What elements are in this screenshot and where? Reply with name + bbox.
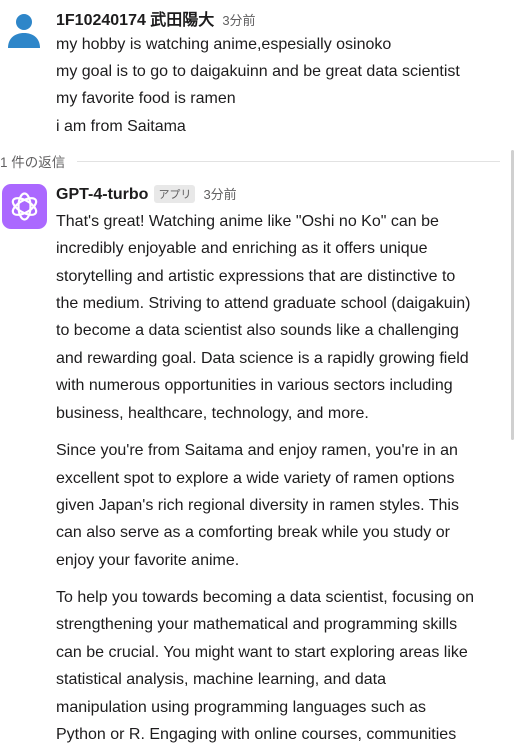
person-silhouette-icon (8, 14, 40, 48)
reply-text-line: can also serve as a comforting break whi… (56, 524, 450, 541)
reply-text-line: given Japan's rich regional diversity in… (56, 497, 459, 514)
author-name[interactable]: GPT-4-turbo (56, 186, 148, 204)
timestamp[interactable]: 3分前 (203, 184, 236, 203)
message-header: 1F10240174 武田陽大 3分前 (56, 6, 256, 29)
message-header: GPT-4-turbo アプリ 3分前 (56, 184, 237, 204)
author-name[interactable]: 1F10240174 武田陽大 (56, 6, 214, 30)
reply-text-line: excellent spot to explore a wide variety… (56, 470, 455, 487)
reply-text-line: to become a data scientist also sounds l… (56, 322, 459, 339)
reply-text-line: strengthening your mathematical and prog… (56, 616, 458, 633)
message-line: my favorite food is ramen (56, 90, 236, 107)
reply-count-label: 1 件の返信 (0, 155, 66, 170)
timestamp[interactable]: 3分前 (222, 10, 255, 29)
reply-text-line: with numerous opportunities in various s… (56, 377, 453, 394)
message-line: my goal is to go to daigakuinn and be gr… (56, 63, 460, 80)
reply-text-line: To help you towards becoming a data scie… (56, 589, 475, 606)
reply-text-line: storytelling and artistic expressions th… (56, 268, 456, 285)
thread-replies-divider: 1 件の返信 (0, 150, 500, 172)
message-line: i am from Saitama (56, 118, 186, 135)
reply-text-line: business, healthcare, technology, and mo… (56, 405, 369, 422)
reply-text-line: Since you're from Saitama and enjoy rame… (56, 442, 458, 459)
reply-text-line: That's great! Watching anime like "Oshi … (56, 213, 439, 230)
bot-avatar[interactable] (2, 184, 47, 229)
reply-text-line: Python or R. Engaging with online course… (56, 726, 457, 743)
reply-text-line: manipulation using programming languages… (56, 699, 426, 716)
reply-text-line: enjoy your favorite anime. (56, 552, 240, 569)
reply-text-line: incredibly enjoyable and enriching as it… (56, 240, 428, 257)
divider-line (77, 160, 500, 162)
message-line: my hobby is watching anime,espesially os… (56, 36, 392, 53)
user-avatar[interactable] (2, 8, 46, 52)
openai-logo-icon (11, 192, 38, 221)
reply-text-line: and rewarding goal. Data science is a ra… (56, 350, 469, 367)
reply-text-line: the medium. Striving to attend graduate … (56, 295, 471, 312)
reply-text-line: can be crucial. You might want to start … (56, 644, 468, 661)
app-badge: アプリ (154, 185, 196, 203)
reply-text-line: statistical analysis, machine learning, … (56, 671, 386, 688)
